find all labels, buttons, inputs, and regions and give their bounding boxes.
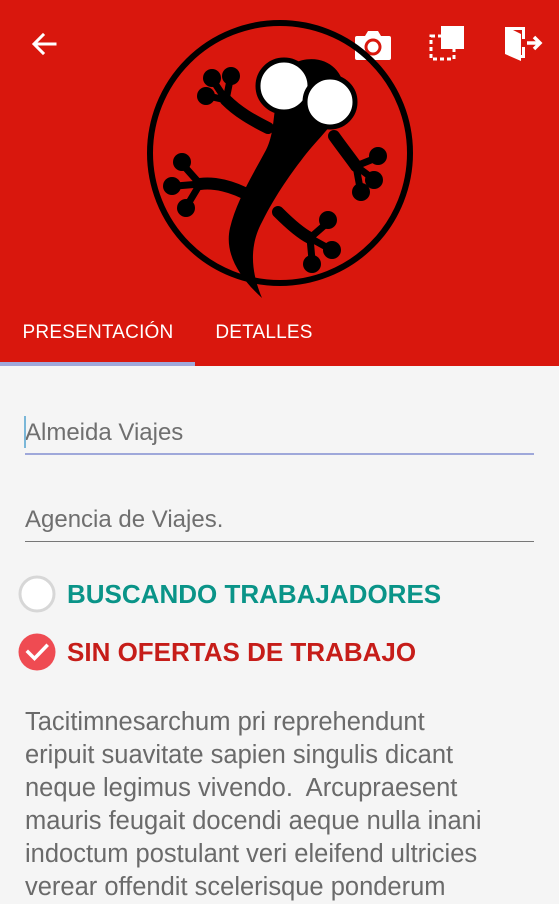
company-type-input[interactable]	[25, 497, 534, 543]
radio-checked-icon[interactable]	[18, 633, 56, 671]
logout-icon	[505, 27, 543, 61]
company-type-field	[25, 497, 534, 545]
description-text[interactable]: Tacitimnesarchum pri reprehendunt eripui…	[25, 706, 545, 904]
select-area-icon	[429, 26, 464, 61]
back-button[interactable]	[22, 22, 66, 66]
text-cursor	[24, 416, 26, 448]
tab-presentacion[interactable]: PRESENTACIÓN	[0, 300, 196, 366]
arrow-left-icon	[31, 32, 57, 56]
status-option-buscando[interactable]: BUSCANDO TRABAJADORES	[18, 574, 538, 614]
status-option-sin-ofertas[interactable]: SIN OFERTAS DE TRABAJO	[18, 632, 538, 672]
tab-bar: PRESENTACIÓN DETALLES	[0, 300, 559, 366]
tab-detalles[interactable]: DETALLES	[196, 300, 332, 366]
company-name-input[interactable]	[25, 410, 534, 456]
company-name-field	[25, 410, 534, 458]
tab-detalles-label: DETALLES	[215, 322, 313, 343]
tab-presentacion-label: PRESENTACIÓN	[22, 322, 174, 343]
logout-button[interactable]	[498, 20, 546, 66]
radio-unchecked-icon[interactable]	[18, 575, 56, 613]
select-area-button[interactable]	[424, 20, 470, 66]
company-name-underline	[25, 453, 534, 455]
status-option-sin-ofertas-label: SIN OFERTAS DE TRABAJO	[67, 637, 417, 667]
gecko-logo	[142, 16, 418, 306]
active-tab-indicator	[0, 362, 195, 366]
status-option-buscando-label: BUSCANDO TRABAJADORES	[67, 579, 442, 609]
company-type-underline	[25, 541, 534, 542]
